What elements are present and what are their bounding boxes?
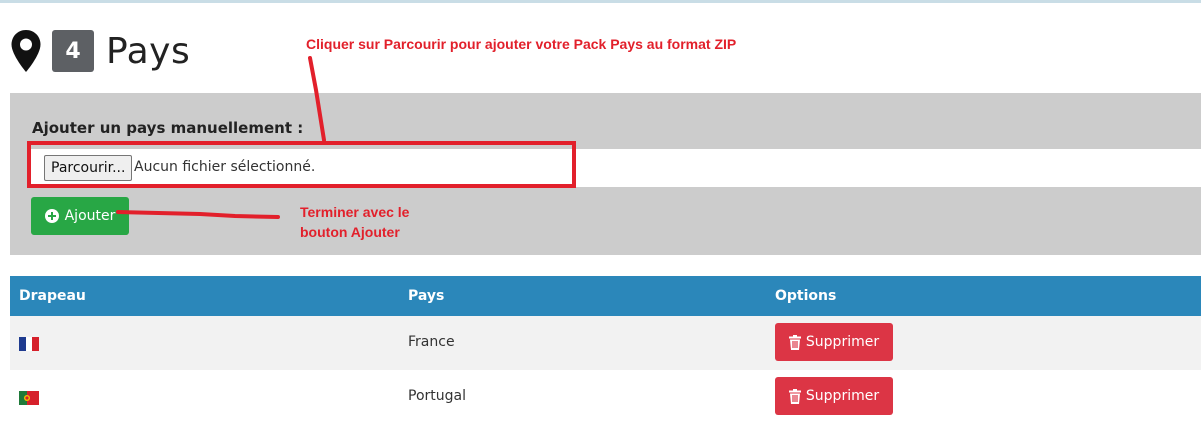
column-header-options: Options bbox=[775, 288, 837, 304]
table-row: France Supprimer bbox=[10, 316, 1201, 370]
delete-button-label: Supprimer bbox=[805, 334, 880, 350]
delete-button[interactable]: Supprimer bbox=[775, 377, 893, 415]
portugal-flag-icon bbox=[19, 391, 39, 405]
table-row: Portugal Supprimer bbox=[10, 370, 1201, 424]
column-header-flag: Drapeau bbox=[19, 288, 86, 304]
page-header: 4 Pays bbox=[10, 26, 190, 76]
country-count-badge: 4 bbox=[52, 30, 94, 72]
annotation-add-hint: Terminer avec le bouton Ajouter bbox=[300, 204, 410, 240]
table-header: Drapeau Pays Options bbox=[10, 276, 1201, 316]
add-button-label: Ajouter bbox=[64, 208, 116, 224]
plus-circle-icon bbox=[44, 209, 59, 223]
file-input-highlight bbox=[27, 141, 576, 188]
map-pin-icon bbox=[11, 30, 41, 72]
france-flag-icon bbox=[19, 337, 39, 351]
country-name: Portugal bbox=[408, 388, 466, 404]
country-table: Drapeau Pays Options France Supprimer Po… bbox=[10, 276, 1201, 424]
trash-icon bbox=[788, 388, 801, 404]
delete-button[interactable]: Supprimer bbox=[775, 323, 893, 361]
top-divider bbox=[0, 0, 1201, 3]
add-button[interactable]: Ajouter bbox=[31, 197, 129, 235]
trash-icon bbox=[788, 334, 801, 350]
country-name: France bbox=[408, 334, 455, 350]
upload-label: Ajouter un pays manuellement : bbox=[32, 119, 304, 137]
annotation-browse-hint: Cliquer sur Parcourir pour ajouter votre… bbox=[306, 36, 737, 52]
column-header-country: Pays bbox=[408, 288, 445, 304]
page-title: Pays bbox=[106, 30, 191, 72]
delete-button-label: Supprimer bbox=[805, 388, 880, 404]
